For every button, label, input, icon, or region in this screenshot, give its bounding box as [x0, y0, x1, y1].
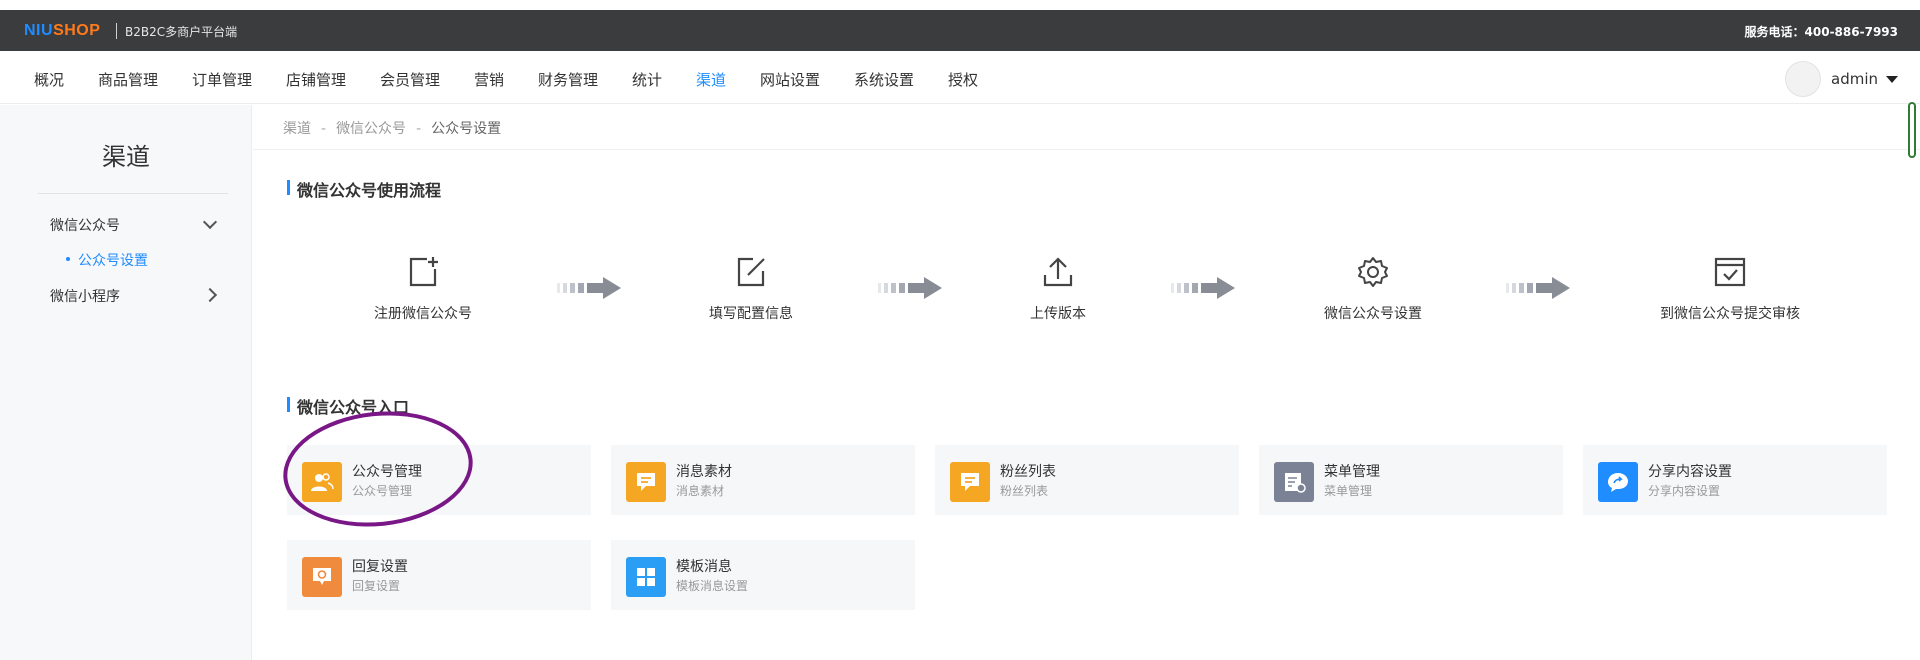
card-title: 粉丝列表 [1000, 464, 1056, 480]
main-nav: 概况 商品管理 订单管理 店铺管理 会员管理 营销 财务管理 统计 渠道 网站设… [0, 51, 1920, 104]
flow-step-config: 填写配置信息 [641, 255, 861, 323]
add-square-icon [409, 257, 438, 287]
flow-arrow-icon [1171, 277, 1235, 299]
card-reply-settings[interactable]: 回复设置 回复设置 [287, 540, 591, 610]
breadcrumb-divider [253, 149, 1920, 150]
card-subtitle: 粉丝列表 [1000, 484, 1049, 498]
breadcrumb-channels[interactable]: 渠道 [283, 121, 311, 137]
card-subtitle: 分享内容设置 [1648, 484, 1721, 498]
nav-item-overview[interactable]: 概况 [34, 69, 64, 90]
nav-item-stores[interactable]: 店铺管理 [286, 69, 346, 90]
card-message-material[interactable]: 消息素材 消息素材 [611, 445, 915, 515]
sidebar-item-official-settings[interactable]: 公众号设置 [66, 250, 148, 270]
share-icon [1598, 462, 1638, 502]
reply-icon [302, 557, 342, 597]
logo-separator [116, 23, 117, 39]
nav-item-license[interactable]: 授权 [948, 69, 978, 90]
menu-icon [1274, 462, 1314, 502]
nav-item-channels[interactable]: 渠道 [696, 69, 726, 90]
card-title: 消息素材 [676, 464, 732, 480]
top-strip [0, 0, 1920, 10]
nav-item-site-settings[interactable]: 网站设置 [760, 69, 820, 90]
gear-icon [1358, 257, 1388, 287]
card-template-message[interactable]: 模板消息 模板消息设置 [611, 540, 915, 610]
card-title: 回复设置 [352, 559, 408, 575]
niushop-logo[interactable]: NIUSHOP [24, 22, 100, 40]
nav-item-finance[interactable]: 财务管理 [538, 69, 598, 90]
calendar-check-icon [1714, 257, 1746, 287]
flow-arrow-icon [878, 277, 942, 299]
flow-section-title: 微信公众号使用流程 [287, 177, 441, 201]
nav-item-marketing[interactable]: 营销 [474, 69, 504, 90]
card-subtitle: 菜单管理 [1324, 484, 1373, 498]
flow-step-label: 上传版本 [1030, 306, 1086, 322]
flow-step-settings: 微信公众号设置 [1263, 255, 1483, 323]
flow-arrow-icon [557, 277, 621, 299]
card-subtitle: 模板消息设置 [676, 579, 749, 593]
nav-item-members[interactable]: 会员管理 [380, 69, 440, 90]
main-content: 渠道 - 微信公众号 - 公众号设置 微信公众号使用流程 注册微信公众号 填写配置信息 … [253, 105, 1920, 660]
flow-step-upload: 上传版本 [948, 255, 1168, 323]
nav-item-statistics[interactable]: 统计 [632, 69, 662, 90]
flow-step-label: 微信公众号设置 [1324, 306, 1422, 322]
avatar[interactable] [1785, 61, 1821, 97]
card-subtitle: 消息素材 [676, 484, 725, 498]
flow-step-submit-review: 到微信公众号提交审核 [1620, 255, 1840, 323]
card-fans-list[interactable]: 粉丝列表 粉丝列表 [935, 445, 1239, 515]
message-icon [626, 462, 666, 502]
nav-item-orders[interactable]: 订单管理 [192, 69, 252, 90]
breadcrumb-wechat-official[interactable]: 微信公众号 [336, 121, 406, 137]
sidebar: 渠道 微信公众号 公众号设置 微信小程序 [0, 105, 252, 660]
card-title: 菜单管理 [1324, 464, 1380, 480]
flow-step-label: 注册微信公众号 [374, 306, 472, 322]
edit-icon [737, 257, 765, 287]
sidebar-group-wechat-official[interactable]: 微信公众号 [50, 215, 120, 235]
chevron-down-icon[interactable] [202, 214, 218, 230]
card-title: 分享内容设置 [1648, 464, 1732, 480]
page-scrollbar[interactable] [1908, 102, 1916, 158]
breadcrumb: 渠道 - 微信公众号 - 公众号设置 [283, 118, 501, 138]
flow-step-register: 注册微信公众号 [313, 255, 533, 323]
flow-arrow-icon [1506, 277, 1570, 299]
flow-step-label: 到微信公众号提交审核 [1660, 306, 1800, 322]
top-bar: NIUSHOP B2B2C多商户平台端 服务电话：400-886-7993 [0, 10, 1920, 51]
chevron-right-icon[interactable] [202, 287, 218, 303]
service-phone: 服务电话：400-886-7993 [1744, 25, 1898, 39]
breadcrumb-separator: - [321, 121, 327, 137]
sidebar-group-mini-program[interactable]: 微信小程序 [50, 286, 120, 306]
sidebar-title: 渠道 [102, 143, 150, 171]
username[interactable]: admin [1831, 70, 1878, 88]
card-menu-management[interactable]: 菜单管理 菜单管理 [1259, 445, 1563, 515]
card-share-settings[interactable]: 分享内容设置 分享内容设置 [1583, 445, 1887, 515]
upload-icon [1043, 257, 1073, 287]
template-icon [626, 557, 666, 597]
breadcrumb-separator: - [416, 121, 422, 137]
platform-subtitle: B2B2C多商户平台端 [125, 25, 238, 39]
fans-icon [950, 462, 990, 502]
nav-item-system-settings[interactable]: 系统设置 [854, 69, 914, 90]
nav-item-goods[interactable]: 商品管理 [98, 69, 158, 90]
user-menu[interactable]: admin [1785, 61, 1898, 97]
breadcrumb-current: 公众号设置 [431, 121, 502, 137]
card-subtitle: 回复设置 [352, 579, 401, 593]
flow-step-label: 填写配置信息 [709, 306, 793, 322]
bullet-icon [66, 257, 70, 261]
caret-down-icon[interactable] [1886, 75, 1898, 83]
card-title: 模板消息 [676, 559, 732, 575]
sidebar-divider [38, 193, 228, 194]
